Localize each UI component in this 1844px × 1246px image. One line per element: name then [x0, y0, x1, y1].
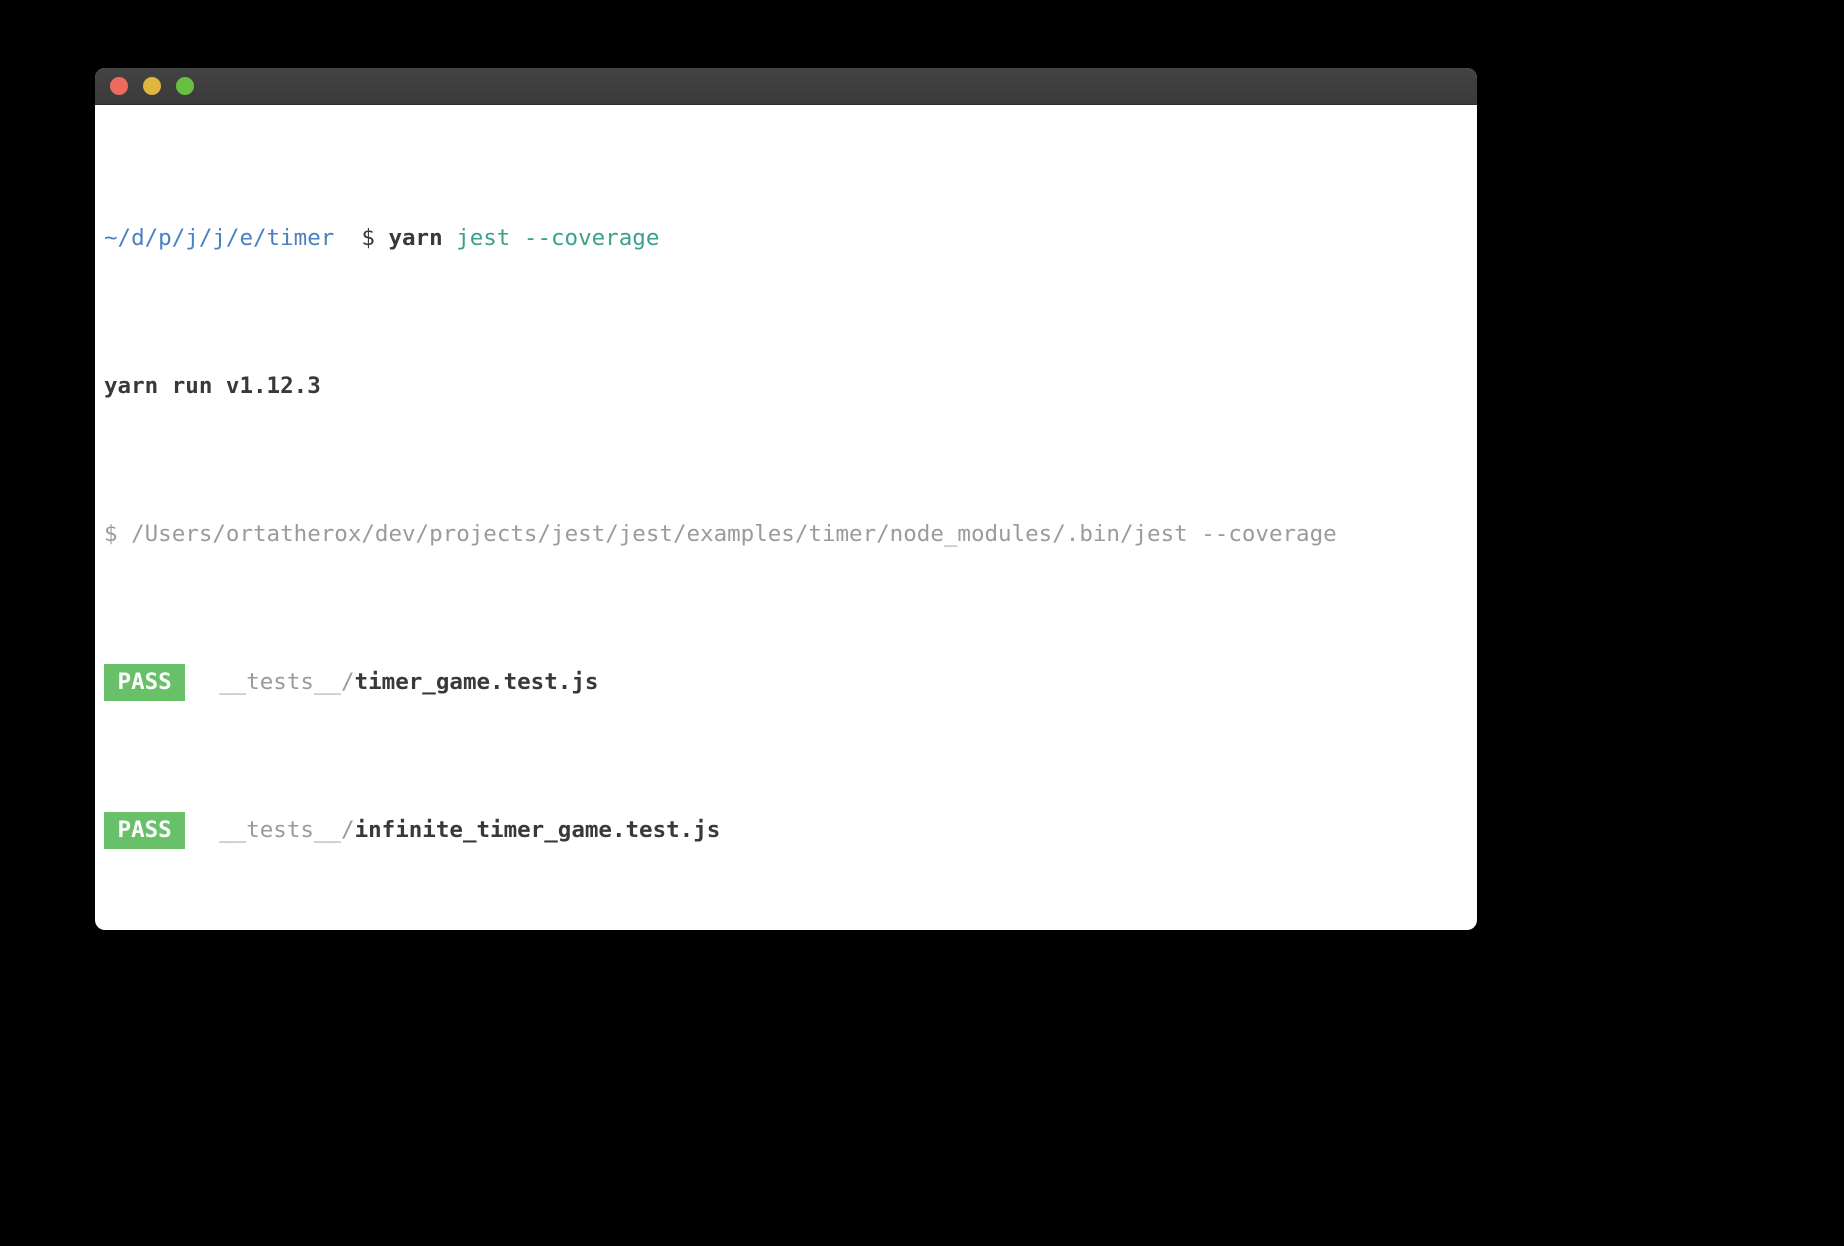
- terminal-window: ~/d/p/j/j/e/timer $ yarn jest --coverage ya…: [95, 68, 1477, 930]
- command-program: yarn: [388, 225, 442, 251]
- minimize-window-button[interactable]: [143, 77, 161, 95]
- test-result-line: PASS __tests__/infinite_timer_game.test.j…: [104, 812, 1477, 849]
- terminal-content[interactable]: ~/d/p/j/j/e/timer $ yarn jest --coverage ya…: [95, 105, 1477, 930]
- test-result-line: PASS __tests__/timer_game.test.js: [104, 664, 1477, 701]
- test-file-dir: __tests__/: [219, 817, 354, 843]
- command-args: jest --coverage: [456, 225, 659, 251]
- window-titlebar[interactable]: [95, 68, 1477, 105]
- prompt-line: ~/d/p/j/j/e/timer $ yarn jest --coverage: [104, 220, 1477, 257]
- prompt-cwd: ~/d/p/j/j/e/timer: [104, 225, 334, 251]
- prompt-symbol: $: [361, 225, 375, 251]
- test-file-name: infinite_timer_game.test.js: [355, 817, 721, 843]
- test-file-dir: __tests__/: [219, 669, 354, 695]
- pass-badge: PASS: [104, 812, 185, 849]
- yarn-version-line: yarn run v1.12.3: [104, 368, 1477, 405]
- test-file-name: timer_game.test.js: [355, 669, 599, 695]
- resolved-command-line: $ /Users/ortatherox/dev/projects/jest/je…: [104, 516, 1477, 553]
- zoom-window-button[interactable]: [176, 77, 194, 95]
- pass-badge: PASS: [104, 664, 185, 701]
- close-window-button[interactable]: [110, 77, 128, 95]
